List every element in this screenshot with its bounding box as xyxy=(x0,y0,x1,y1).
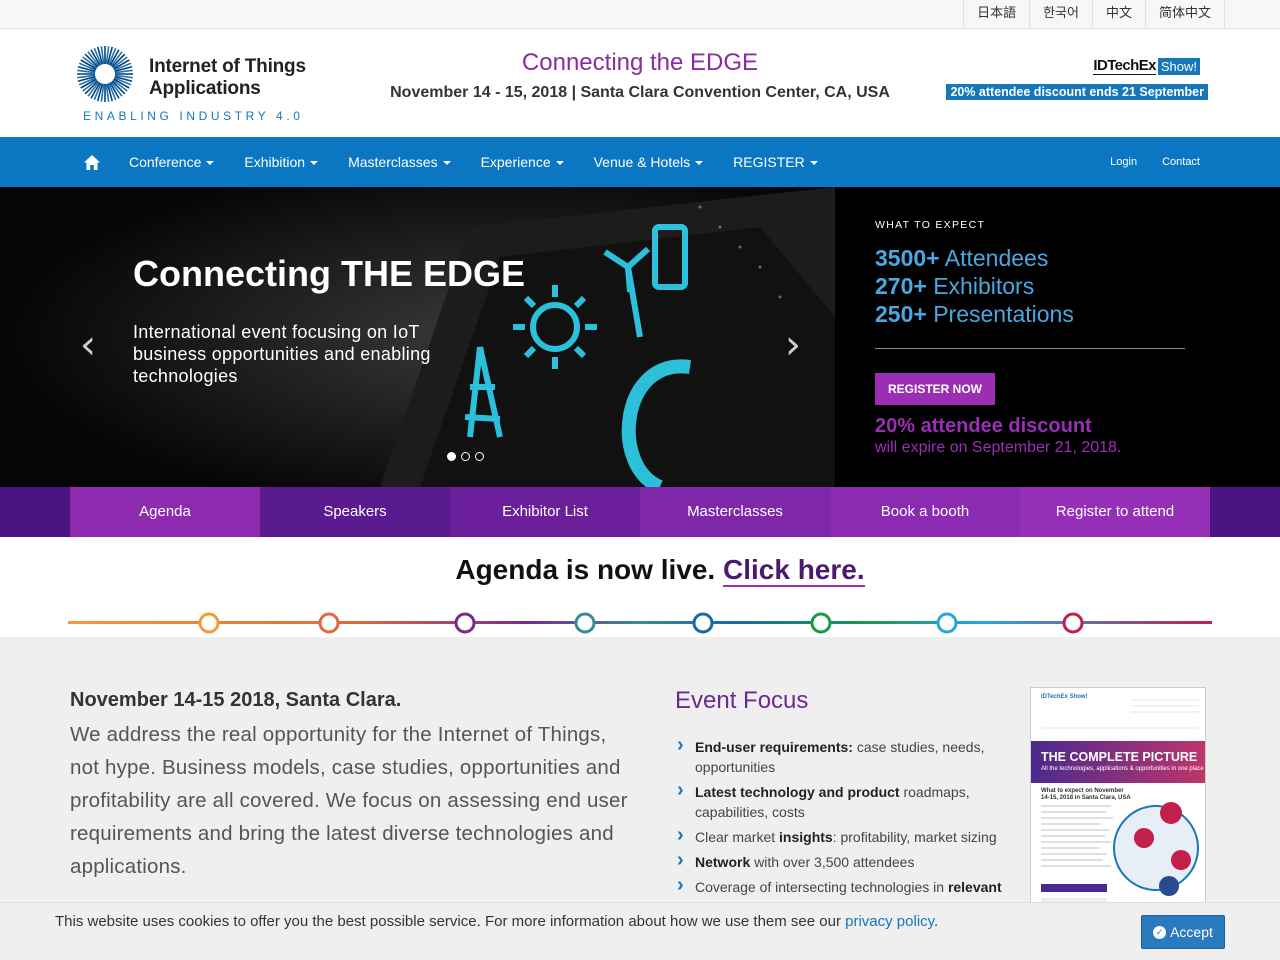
tab-register-attend[interactable]: Register to attend xyxy=(1020,487,1210,537)
idtechex-brand[interactable]: IDTechEx Show! xyxy=(1093,57,1200,75)
discount-headline: 20% attendee discount xyxy=(875,415,1092,437)
carousel-dot[interactable] xyxy=(461,452,470,461)
agenda-link[interactable]: Click here. xyxy=(722,554,865,587)
caret-down-icon xyxy=(695,161,704,166)
focus-list: End-user requirements: case studies, nee… xyxy=(675,735,1015,897)
nav-utility: Login Contact xyxy=(1085,137,1208,187)
caret-down-icon xyxy=(442,161,451,166)
carousel-dot[interactable] xyxy=(475,452,484,461)
lang-simplified-chinese[interactable]: 简体中文 xyxy=(1144,0,1225,28)
tab-speakers[interactable]: Speakers xyxy=(260,487,450,537)
carousel-dot[interactable] xyxy=(447,452,456,461)
discount-expiry: will expire on September 21, 2018. xyxy=(875,439,1122,456)
main-nav: Conference Exhibition Masterclasses Expe… xyxy=(0,137,1280,187)
carousel-prev-icon[interactable]: ‹ xyxy=(80,322,96,368)
decorative-timeline xyxy=(68,612,1212,634)
brochure-thumbnail[interactable]: IDTechEx Show! THE COMPLETE PICTURE All … xyxy=(1030,687,1206,917)
hero-title: Connecting THE EDGE xyxy=(133,253,526,294)
cookie-banner: This website uses cookies to offer you t… xyxy=(0,902,1280,960)
site-header: Internet of Things Applications ENABLING… xyxy=(0,29,1280,137)
caret-down-icon xyxy=(206,161,215,166)
lang-chinese[interactable]: 中文 xyxy=(1091,0,1145,28)
agenda-banner: Agenda is now live. Click here. xyxy=(0,537,1280,637)
privacy-policy-link[interactable]: privacy policy xyxy=(845,913,934,930)
list-item: Network with over 3,500 attendees xyxy=(675,850,1015,872)
stat-exhibitors: 270+ Exhibitors xyxy=(875,273,1035,299)
intro-heading: November 14-15 2018, Santa Clara. xyxy=(70,689,402,711)
list-item: Coverage of intersecting technologies in… xyxy=(675,875,1015,897)
stats-list: 3500+ Attendees 270+ Exhibitors 250+ Pre… xyxy=(875,244,1280,328)
stat-presentations: 250+ Presentations xyxy=(875,301,1074,327)
nav-exhibition[interactable]: Exhibition xyxy=(229,137,333,187)
tab-agenda[interactable]: Agenda xyxy=(70,487,260,537)
stat-attendees: 3500+ Attendees xyxy=(875,245,1049,271)
intro-section: November 14-15 2018, Santa Clara. We add… xyxy=(70,689,640,883)
login-link[interactable]: Login xyxy=(1085,156,1145,168)
brochure-small-text: What to expect on November 14-15, 2018 i… xyxy=(1041,788,1131,801)
what-to-expect-panel: WHAT TO EXPECT 3500+ Attendees 270+ Exhi… xyxy=(835,187,1280,487)
accept-cookies-button[interactable]: ✓ Accept xyxy=(1141,915,1225,949)
brand-show-badge: Show! xyxy=(1157,57,1200,75)
event-title: Connecting the EDGE xyxy=(521,49,759,76)
brand-name: IDTechEx xyxy=(1093,57,1156,75)
language-list: 日本語 한국어 中文 简体中文 xyxy=(963,0,1225,28)
tab-masterclasses[interactable]: Masterclasses xyxy=(640,487,830,537)
hero-carousel: Connecting THE EDGE International event … xyxy=(0,187,835,487)
nav-menu: Conference Exhibition Masterclasses Expe… xyxy=(72,137,833,187)
contact-link[interactable]: Contact xyxy=(1145,156,1208,168)
carousel-next-icon[interactable]: › xyxy=(785,322,801,368)
brochure-headline: THE COMPLETE PICTURE xyxy=(1041,750,1198,764)
home-icon xyxy=(84,154,100,170)
nav-register[interactable]: REGISTER xyxy=(718,137,833,187)
brochure-artwork xyxy=(1041,699,1199,910)
nav-experience[interactable]: Experience xyxy=(466,137,579,187)
caret-down-icon xyxy=(310,161,319,166)
register-now-button[interactable]: REGISTER NOW xyxy=(875,373,996,405)
divider xyxy=(875,348,1185,349)
nav-venue-hotels[interactable]: Venue & Hotels xyxy=(579,137,719,187)
brochure-logo: IDTechEx Show! xyxy=(1041,694,1088,700)
language-bar: 日本語 한국어 中文 简体中文 xyxy=(0,0,1280,29)
event-focus-title: Event Focus xyxy=(675,687,809,714)
carousel-indicators xyxy=(447,452,484,461)
caret-down-icon xyxy=(555,161,564,166)
lang-japanese[interactable]: 日本語 xyxy=(963,0,1029,28)
discount-strip: 20% attendee discount ends 21 September xyxy=(946,84,1208,100)
tab-exhibitor-list[interactable]: Exhibitor List xyxy=(450,487,640,537)
intro-body: We address the real opportunity for the … xyxy=(70,723,628,878)
agenda-message: Agenda is now live. Click here. xyxy=(455,554,865,587)
nav-conference[interactable]: Conference xyxy=(114,137,229,187)
quick-links-bar: Agenda Speakers Exhibitor List Mastercla… xyxy=(0,487,1280,537)
tab-book-booth[interactable]: Book a booth xyxy=(830,487,1020,537)
logo-tagline: ENABLING INDUSTRY 4.0 xyxy=(83,109,304,123)
hero-text: International event focusing on IoT busi… xyxy=(133,322,431,386)
expect-label: WHAT TO EXPECT xyxy=(875,219,986,231)
cookie-message: This website uses cookies to offer you t… xyxy=(55,913,939,930)
check-circle-icon: ✓ xyxy=(1153,925,1167,939)
caret-down-icon xyxy=(809,161,818,166)
list-item: Latest technology and product roadmaps, … xyxy=(675,780,1015,822)
brochure-subtitle: All the technologies, applications & opp… xyxy=(1041,766,1204,772)
list-item: Clear market insights: profitability, ma… xyxy=(675,825,1015,847)
hero-section: Connecting THE EDGE International event … xyxy=(0,187,1280,487)
event-focus: Event Focus End-user requirements: case … xyxy=(675,687,1015,902)
list-item: End-user requirements: case studies, nee… xyxy=(675,735,1015,777)
nav-masterclasses[interactable]: Masterclasses xyxy=(333,137,465,187)
lang-korean[interactable]: 한국어 xyxy=(1029,0,1092,28)
home-button[interactable] xyxy=(72,137,112,187)
